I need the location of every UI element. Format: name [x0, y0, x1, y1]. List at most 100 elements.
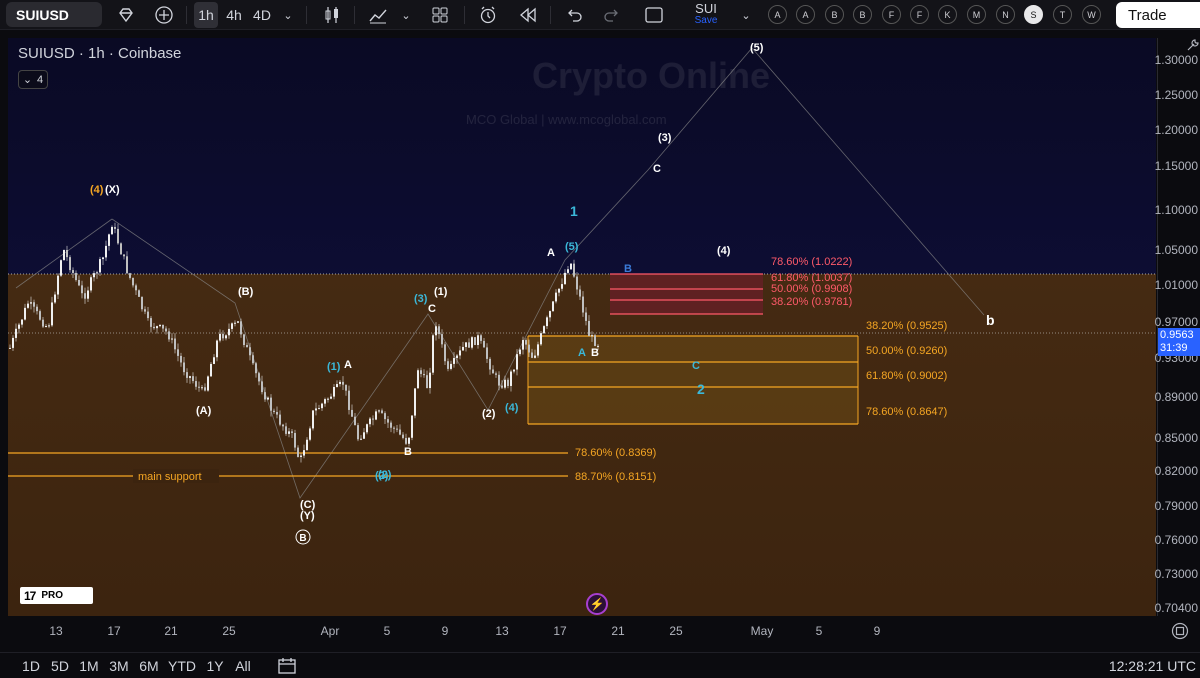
candle-body: [183, 362, 185, 373]
drawing-set-k-button[interactable]: K: [938, 5, 957, 24]
drawing-set-b-button[interactable]: B: [825, 5, 844, 24]
candle-body: [12, 337, 14, 348]
wave-label: (1): [434, 286, 448, 298]
chevron-down-icon[interactable]: ⌄: [398, 0, 414, 30]
top-toolbar: SUIUSD 1h 4h 4D ⌄ ⌄ SUI Save ⌄ A A B B F…: [0, 0, 1200, 30]
wave-label: 1: [570, 203, 578, 219]
range-button-6m[interactable]: 6M: [139, 658, 158, 674]
drawing-set-n-button[interactable]: N: [996, 5, 1015, 24]
candle-body: [432, 335, 434, 373]
bottom-bar: 1D 5D 1M 3M 6M YTD 1Y All 12:28:21 UTC: [0, 652, 1200, 678]
range-button-1d[interactable]: 1D: [22, 658, 40, 674]
candle-body: [486, 347, 488, 359]
diamond-icon[interactable]: [112, 0, 140, 30]
redo-icon[interactable]: [598, 0, 626, 30]
interval-4h[interactable]: 4h: [222, 0, 246, 30]
range-button-all[interactable]: All: [235, 658, 251, 674]
symbol-name: SUIUSD: [16, 6, 69, 23]
drawing-set-b-button[interactable]: B: [853, 5, 872, 24]
range-button-1y[interactable]: 1Y: [206, 658, 223, 674]
candle-body: [159, 324, 161, 327]
interval-1h[interactable]: 1h: [194, 2, 218, 28]
candle-body: [93, 273, 95, 278]
indicator-collapse-button[interactable]: ⌄ 4: [18, 70, 48, 89]
watchlist-button[interactable]: SUI Save: [684, 0, 728, 30]
trade-button[interactable]: Trade: [1116, 2, 1200, 28]
time-label: May: [750, 624, 774, 638]
candle-body: [21, 319, 23, 325]
utc-clock[interactable]: 12:28:21 UTC: [1109, 658, 1196, 674]
candle-body: [369, 418, 371, 425]
candle-body: [207, 376, 209, 391]
candle-body: [69, 257, 71, 271]
auto-fit-icon[interactable]: [1170, 621, 1190, 641]
add-symbol-icon[interactable]: [150, 0, 178, 30]
candle-body: [96, 272, 98, 274]
candle-body: [18, 324, 20, 329]
price-label: 1.30000: [1154, 53, 1198, 67]
drawing-set-f-button[interactable]: F: [882, 5, 901, 24]
chart-template-icon[interactable]: [426, 0, 454, 30]
drawing-set-a-button[interactable]: A: [796, 5, 815, 24]
watermark-subtitle: MCO Global | www.mcoglobal.com: [466, 112, 667, 127]
price-label: 0.76000: [1154, 533, 1198, 547]
price-axis[interactable]: 1.30000 1.25000 1.20000 1.15000 1.10000 1.050…: [1154, 38, 1200, 616]
candle-body: [186, 372, 188, 378]
drawing-set-f-button[interactable]: F: [910, 5, 929, 24]
wave-label: A: [578, 347, 586, 359]
candle-body: [582, 296, 584, 313]
fullscreen-icon[interactable]: [640, 0, 668, 30]
alert-icon[interactable]: [474, 0, 502, 30]
range-button-5d[interactable]: 5D: [51, 658, 69, 674]
price-label: 0.70400: [1154, 601, 1198, 615]
candle-body: [27, 303, 29, 308]
replay-icon[interactable]: [514, 0, 542, 30]
chevron-down-icon[interactable]: ⌄: [280, 0, 296, 30]
calendar-icon[interactable]: [277, 657, 297, 675]
drawing-set-a-button[interactable]: A: [768, 5, 787, 24]
candle-body: [423, 373, 425, 376]
wave-label: (3): [658, 132, 672, 144]
chart-canvas[interactable]: 78.60% (1.0222) 61.80% (1.0037) 50.00% (…: [8, 38, 1156, 616]
candle-body: [66, 250, 68, 258]
price-label: 0.73000: [1154, 567, 1198, 581]
candle-body: [366, 424, 368, 433]
drawing-set-m-button[interactable]: M: [967, 5, 986, 24]
bolt-icon[interactable]: ⚡: [586, 593, 608, 615]
range-button-ytd[interactable]: YTD: [168, 658, 196, 674]
candle-body: [480, 335, 482, 341]
settings-icon[interactable]: [1186, 38, 1200, 52]
candle-body: [285, 426, 287, 434]
fib-label: 38.20% (0.9525): [866, 320, 947, 332]
wave-label: (5): [565, 241, 579, 253]
range-button-1m[interactable]: 1M: [79, 658, 98, 674]
candle-body: [447, 361, 449, 369]
candle-body: [9, 347, 11, 349]
chevron-down-icon[interactable]: ⌄: [738, 0, 754, 30]
candle-body: [483, 340, 485, 348]
candle-body: [315, 408, 317, 411]
drawing-set-s-button[interactable]: S: [1024, 5, 1043, 24]
candle-body: [558, 288, 560, 293]
candle-body: [318, 408, 320, 410]
candle-body: [129, 273, 131, 278]
drawing-set-w-button[interactable]: W: [1082, 5, 1101, 24]
candle-body: [411, 415, 413, 438]
interval-4d[interactable]: 4D: [250, 0, 274, 30]
candle-body: [324, 399, 326, 404]
wave-label: A: [344, 359, 352, 371]
candle-style-icon[interactable]: [318, 0, 346, 30]
wave-label: C: [653, 163, 661, 175]
candle-body: [156, 326, 158, 329]
undo-icon[interactable]: [560, 0, 588, 30]
fib-label: 78.60% (0.8369): [575, 447, 656, 459]
candle-body: [60, 260, 62, 276]
drawing-set-t-button[interactable]: T: [1053, 5, 1072, 24]
time-axis[interactable]: 13 17 21 25 Apr 5 9 13 17 21 25 May 5 9: [8, 619, 1156, 641]
candle-body: [162, 324, 164, 329]
wave-label: B: [591, 347, 599, 359]
range-button-3m[interactable]: 3M: [109, 658, 128, 674]
symbol-search-button[interactable]: SUIUSD: [6, 2, 102, 27]
indicators-icon[interactable]: [364, 0, 392, 30]
candle-body: [342, 381, 344, 385]
